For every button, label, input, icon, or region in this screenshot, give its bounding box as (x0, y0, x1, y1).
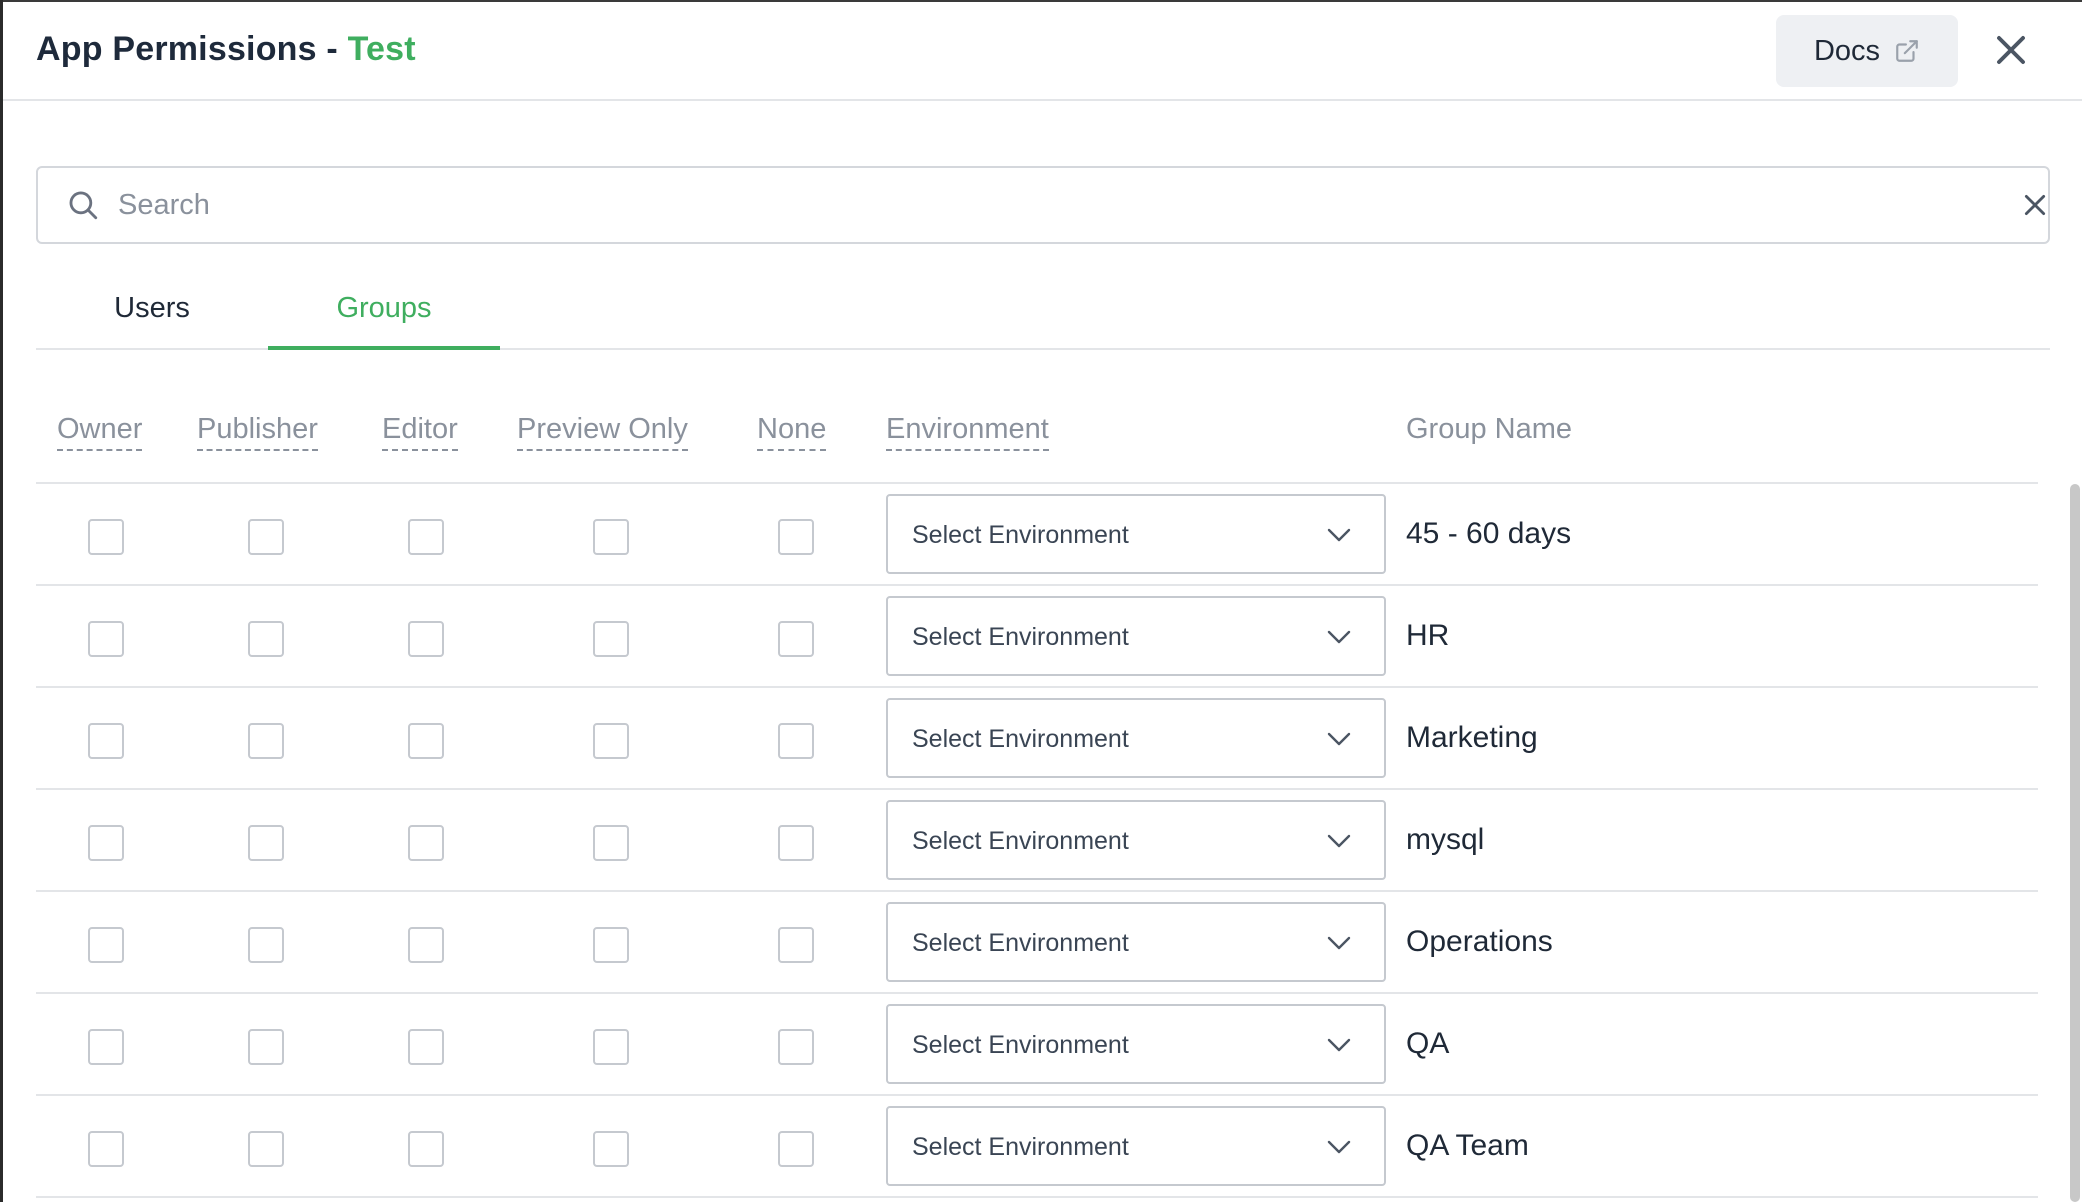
column-header-preview-only[interactable]: Preview Only (517, 413, 688, 451)
chevron-down-icon (1327, 528, 1351, 542)
owner-checkbox[interactable] (88, 927, 124, 963)
search-icon (69, 191, 98, 220)
preview-only-checkbox[interactable] (593, 723, 629, 759)
table-row: Select Environment QA (36, 994, 2038, 1096)
environment-select[interactable]: Select Environment (886, 800, 1386, 880)
search-input[interactable] (118, 182, 1938, 228)
table-row: Select Environment HR (36, 586, 2038, 688)
publisher-checkbox[interactable] (248, 1029, 284, 1065)
group-name: Operations (1406, 925, 1553, 958)
editor-checkbox[interactable] (408, 1029, 444, 1065)
owner-checkbox[interactable] (88, 1029, 124, 1065)
group-name: mysql (1406, 823, 1485, 856)
chevron-down-icon (1327, 630, 1351, 644)
chevron-down-icon (1327, 732, 1351, 746)
publisher-checkbox[interactable] (248, 519, 284, 555)
chevron-down-icon (1327, 936, 1351, 950)
environment-select-value: Select Environment (912, 623, 1129, 651)
owner-checkbox[interactable] (88, 723, 124, 759)
modal-header: App Permissions - Test Docs (3, 2, 2082, 101)
chevron-down-icon (1327, 1038, 1351, 1052)
title-prefix: App Permissions - (36, 30, 348, 68)
editor-checkbox[interactable] (408, 519, 444, 555)
none-checkbox[interactable] (778, 927, 814, 963)
search-box (36, 166, 2050, 244)
table-row: Select Environment QA Team (36, 1096, 2038, 1198)
editor-checkbox[interactable] (408, 927, 444, 963)
tab-users[interactable]: Users (36, 282, 268, 350)
owner-checkbox[interactable] (88, 1131, 124, 1167)
tab-bar: Users Groups (36, 282, 2050, 350)
table-row: Select Environment Marketing (36, 688, 2038, 790)
editor-checkbox[interactable] (408, 621, 444, 657)
environment-select-value: Select Environment (912, 1031, 1129, 1059)
none-checkbox[interactable] (778, 723, 814, 759)
group-name: Marketing (1406, 721, 1538, 754)
column-header-group-name: Group Name (1406, 413, 1573, 445)
environment-select-value: Select Environment (912, 725, 1129, 753)
column-header-none[interactable]: None (757, 413, 827, 451)
close-icon[interactable] (1993, 32, 2029, 68)
publisher-checkbox[interactable] (248, 723, 284, 759)
environment-select[interactable]: Select Environment (886, 1004, 1386, 1084)
publisher-checkbox[interactable] (248, 1131, 284, 1167)
column-header-environment[interactable]: Environment (886, 413, 1049, 451)
chevron-down-icon (1327, 834, 1351, 848)
publisher-checkbox[interactable] (248, 825, 284, 861)
table-row: Select Environment Operations (36, 892, 2038, 994)
environment-select[interactable]: Select Environment (886, 1106, 1386, 1186)
column-header-publisher[interactable]: Publisher (197, 413, 318, 451)
column-header-editor[interactable]: Editor (382, 413, 458, 451)
environment-select[interactable]: Select Environment (886, 902, 1386, 982)
column-header-owner[interactable]: Owner (57, 413, 143, 451)
modal-title: App Permissions - Test (36, 30, 416, 69)
docs-button[interactable]: Docs (1776, 15, 1958, 87)
group-name: QA Team (1406, 1129, 1529, 1162)
none-checkbox[interactable] (778, 621, 814, 657)
publisher-checkbox[interactable] (248, 927, 284, 963)
preview-only-checkbox[interactable] (593, 519, 629, 555)
preview-only-checkbox[interactable] (593, 621, 629, 657)
none-checkbox[interactable] (778, 1131, 814, 1167)
environment-select-value: Select Environment (912, 827, 1129, 855)
environment-select[interactable]: Select Environment (886, 698, 1386, 778)
group-name: QA (1406, 1027, 1450, 1060)
table-row: Select Environment 45 - 60 days (36, 484, 2038, 586)
external-link-icon (1896, 40, 1918, 62)
editor-checkbox[interactable] (408, 723, 444, 759)
owner-checkbox[interactable] (88, 519, 124, 555)
app-name: Test (347, 30, 416, 68)
environment-select[interactable]: Select Environment (886, 596, 1386, 676)
owner-checkbox[interactable] (88, 621, 124, 657)
environment-select[interactable]: Select Environment (886, 494, 1386, 574)
none-checkbox[interactable] (778, 825, 814, 861)
chevron-down-icon (1327, 1140, 1351, 1154)
clear-search-icon[interactable] (2022, 192, 2048, 218)
preview-only-checkbox[interactable] (593, 927, 629, 963)
environment-select-value: Select Environment (912, 1133, 1129, 1161)
environment-select-value: Select Environment (912, 929, 1129, 957)
group-name: HR (1406, 619, 1450, 652)
preview-only-checkbox[interactable] (593, 1029, 629, 1065)
editor-checkbox[interactable] (408, 825, 444, 861)
preview-only-checkbox[interactable] (593, 825, 629, 861)
preview-only-checkbox[interactable] (593, 1131, 629, 1167)
window-left-edge (0, 0, 3, 1202)
tab-groups[interactable]: Groups (268, 282, 500, 350)
publisher-checkbox[interactable] (248, 621, 284, 657)
vertical-scrollbar[interactable] (2070, 484, 2080, 1202)
owner-checkbox[interactable] (88, 825, 124, 861)
docs-label: Docs (1813, 34, 1881, 67)
editor-checkbox[interactable] (408, 1131, 444, 1167)
group-name: 45 - 60 days (1406, 517, 1572, 550)
none-checkbox[interactable] (778, 1029, 814, 1065)
environment-select-value: Select Environment (912, 521, 1129, 549)
none-checkbox[interactable] (778, 519, 814, 555)
table-row: Select Environment mysql (36, 790, 2038, 892)
